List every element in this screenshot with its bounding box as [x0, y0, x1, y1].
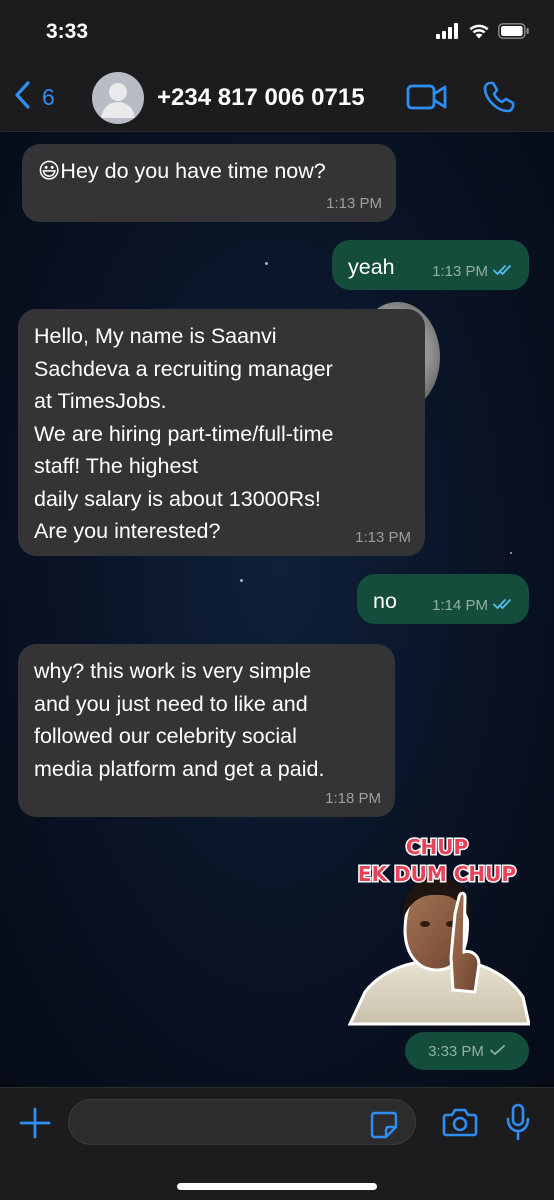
message-time: 1:14 PM	[432, 597, 488, 614]
message-time: 1:13 PM	[432, 263, 488, 280]
chevron-left-icon	[12, 80, 34, 115]
message-bubble[interactable]: 😃Hey do you have time now? 1:13 PM	[22, 144, 396, 222]
unread-count: 6	[42, 84, 55, 110]
sticker-time-badge: 3:33 PM	[405, 1032, 529, 1070]
phone-icon[interactable]	[482, 80, 516, 119]
star-decoration	[510, 552, 512, 554]
battery-icon	[498, 23, 530, 44]
status-time: 3:33	[46, 20, 89, 43]
star-decoration	[265, 262, 268, 265]
contact-name[interactable]: +234 817 006 0715	[157, 84, 365, 112]
svg-text:EK DUM CHUP: EK DUM CHUP	[358, 862, 516, 886]
microphone-icon[interactable]	[505, 1102, 531, 1147]
sticker-icon[interactable]	[369, 1110, 399, 1145]
home-indicator	[177, 1183, 377, 1190]
sticker-message[interactable]: CHUP EK DUM CHUP	[345, 832, 531, 1027]
composer-bar	[0, 1087, 554, 1200]
back-button[interactable]: 6	[12, 80, 55, 115]
message-text: why? this work is very simple and you ju…	[34, 659, 325, 781]
message-bubble[interactable]: no 1:14 PM	[357, 574, 529, 624]
cellular-signal-icon	[436, 23, 460, 44]
wifi-icon	[468, 23, 490, 44]
avatar-icon[interactable]	[92, 72, 144, 124]
message-time: 1:18 PM	[325, 790, 381, 807]
plus-icon[interactable]	[18, 1106, 52, 1145]
message-text: yeah	[348, 255, 395, 279]
message-text: no	[373, 589, 397, 613]
svg-text:CHUP: CHUP	[406, 835, 468, 859]
sticker-caption: CHUP EK DUM CHUP	[356, 834, 517, 888]
message-bubble[interactable]: yeah 1:13 PM	[332, 240, 529, 290]
read-receipt-icon	[493, 598, 515, 614]
message-time: 1:13 PM	[326, 195, 382, 212]
message-bubble[interactable]: why? this work is very simple and you ju…	[18, 644, 395, 817]
message-time-wrapper: 1:13 PM	[432, 264, 515, 280]
status-bar: 3:33	[0, 0, 554, 62]
video-call-icon[interactable]	[406, 82, 448, 117]
message-text: 😃Hey do you have time now?	[38, 159, 326, 183]
read-receipt-icon	[493, 264, 515, 280]
message-bubble[interactable]: Hello, My name is Saanvi Sachdeva a recr…	[18, 309, 425, 556]
chat-area[interactable]: 😃Hey do you have time now? 1:13 PM yeah …	[0, 132, 554, 1087]
status-icons	[436, 23, 530, 44]
camera-icon[interactable]	[442, 1106, 478, 1143]
message-time: 1:13 PM	[355, 529, 411, 546]
message-time: 3:33 PM	[428, 1042, 484, 1060]
message-time-wrapper: 1:14 PM	[432, 598, 515, 614]
message-input[interactable]	[68, 1099, 416, 1145]
star-decoration	[240, 579, 243, 582]
message-text: Hello, My name is Saanvi Sachdeva a recr…	[34, 324, 334, 543]
delivered-check-icon	[490, 1043, 506, 1060]
emoji: 😃	[38, 159, 61, 183]
chat-header: 6 +234 817 006 0715	[0, 62, 554, 132]
